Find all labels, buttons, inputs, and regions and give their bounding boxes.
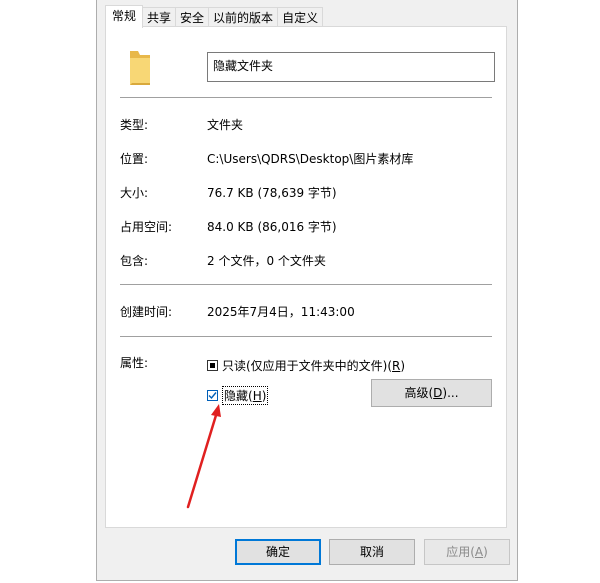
contains-value: 2 个文件，0 个文件夹 bbox=[207, 254, 326, 268]
folder-name-input[interactable]: 隐藏文件夹 bbox=[207, 52, 495, 82]
location-label: 位置: bbox=[120, 152, 149, 166]
ok-button[interactable]: 确定 bbox=[235, 539, 321, 565]
tab-sharing[interactable]: 共享 bbox=[142, 7, 177, 27]
attributes-label: 属性: bbox=[120, 356, 149, 370]
type-label: 类型: bbox=[120, 118, 149, 132]
readonly-checkbox-box[interactable] bbox=[207, 360, 218, 371]
divider bbox=[120, 284, 492, 285]
tab-customize[interactable]: 自定义 bbox=[277, 7, 324, 27]
advanced-button[interactable]: 高级(D)... bbox=[371, 379, 492, 407]
tab-general[interactable]: 常规 bbox=[105, 5, 144, 28]
folder-icon bbox=[130, 51, 150, 85]
disk-size-value: 84.0 KB (86,016 字节) bbox=[207, 220, 337, 234]
divider bbox=[120, 97, 492, 98]
readonly-checkbox[interactable]: 只读(仅应用于文件夹中的文件)(R) bbox=[207, 357, 405, 374]
tab-security[interactable]: 安全 bbox=[175, 7, 210, 27]
contains-label: 包含: bbox=[120, 254, 149, 268]
size-value: 76.7 KB (78,639 字节) bbox=[207, 186, 337, 200]
apply-button[interactable]: 应用(A) bbox=[424, 539, 510, 565]
tab-bar: 常规 共享 安全 以前的版本 自定义 bbox=[105, 5, 324, 28]
divider bbox=[120, 336, 492, 337]
readonly-label: 只读(仅应用于文件夹中的文件)(R) bbox=[222, 359, 406, 373]
location-value: C:\Users\QDRS\Desktop\图片素材库 bbox=[207, 152, 414, 166]
created-label: 创建时间: bbox=[120, 305, 173, 319]
type-value: 文件夹 bbox=[207, 118, 244, 132]
annotation-arrow-icon bbox=[186, 404, 221, 509]
disk-size-label: 占用空间: bbox=[120, 220, 173, 234]
tab-previous-versions[interactable]: 以前的版本 bbox=[208, 7, 279, 27]
properties-dialog: 常规 共享 安全 以前的版本 自定义 隐藏文件夹 类型: 文件夹 位置: C:\… bbox=[96, 0, 518, 581]
checkmark-icon bbox=[208, 392, 217, 400]
cancel-button[interactable]: 取消 bbox=[329, 539, 415, 565]
general-panel: 隐藏文件夹 类型: 文件夹 位置: C:\Users\QDRS\Desktop\… bbox=[105, 26, 507, 528]
created-value: 2025年7月4日，11:43:00 bbox=[207, 305, 355, 319]
size-label: 大小: bbox=[120, 186, 149, 200]
